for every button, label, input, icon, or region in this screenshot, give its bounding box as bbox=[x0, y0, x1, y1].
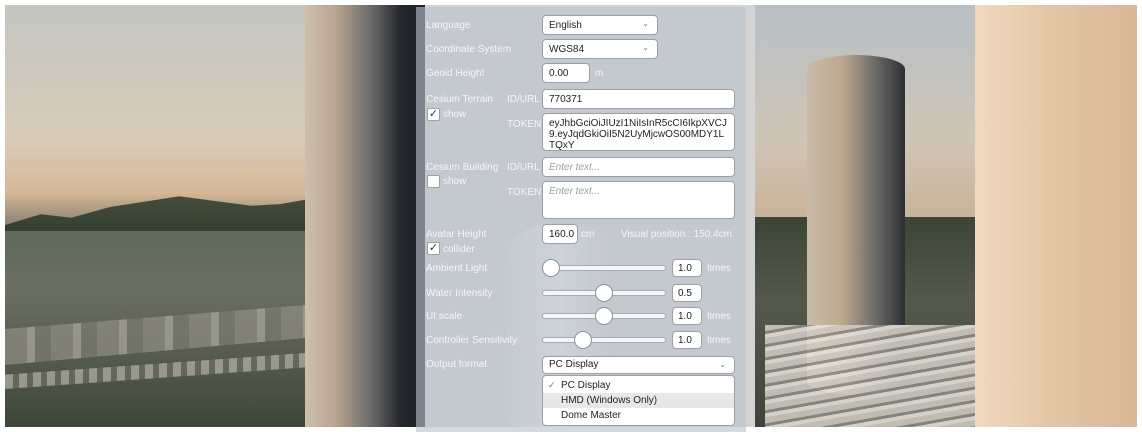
avatar-height-input[interactable]: 160.0 bbox=[542, 224, 578, 244]
output-format-select[interactable]: PC Display ⌄ bbox=[542, 356, 735, 374]
chevron-down-icon: ⌄ bbox=[642, 43, 649, 52]
ambient-light-label: Ambient Light bbox=[426, 263, 488, 274]
ui-scale-label: UI scale bbox=[426, 311, 463, 322]
terrain-id-url-label: ID/URL bbox=[507, 94, 540, 105]
option-label: PC Display bbox=[561, 380, 611, 391]
language-label: Language bbox=[426, 20, 471, 31]
ui-scale-slider-thumb[interactable] bbox=[595, 307, 613, 325]
building-show-checkbox[interactable] bbox=[427, 175, 440, 188]
coordinate-system-select[interactable]: WGS84 ⌄ bbox=[542, 39, 658, 59]
output-option-dome-master[interactable]: Dome Master bbox=[543, 408, 734, 423]
geoid-height-unit: m bbox=[595, 68, 604, 79]
controller-sensitivity-value[interactable]: 1.0 bbox=[672, 331, 702, 349]
avatar-height-label: Avatar Height bbox=[426, 229, 487, 240]
ui-scale-value[interactable]: 1.0 bbox=[672, 307, 702, 325]
right-pillar bbox=[975, 5, 1137, 427]
water-intensity-value[interactable]: 0.5 bbox=[672, 284, 702, 302]
controller-sensitivity-label: Controller Sensitivity bbox=[426, 335, 518, 346]
check-icon: ✓ bbox=[428, 108, 439, 120]
language-value: English bbox=[549, 20, 582, 31]
option-label: HMD (Windows Only) bbox=[561, 395, 658, 406]
check-icon: ✓ bbox=[428, 242, 439, 254]
terrain-id-url-input[interactable]: 770371 bbox=[542, 89, 735, 109]
pipe-stack bbox=[765, 325, 985, 427]
water-intensity-slider-thumb[interactable] bbox=[595, 284, 613, 302]
building-id-url-label: ID/URL bbox=[507, 162, 540, 173]
visual-position-text: Visual position : 150.4cm bbox=[621, 229, 732, 240]
language-select[interactable]: English ⌄ bbox=[542, 15, 658, 35]
chevron-down-icon: ⌄ bbox=[719, 360, 726, 369]
option-label: Dome Master bbox=[561, 410, 622, 421]
coordinate-system-value: WGS84 bbox=[549, 44, 585, 55]
output-format-dropdown: ✓ PC Display HMD (Windows Only) Dome Mas… bbox=[542, 375, 735, 426]
left-pillar bbox=[305, 5, 425, 427]
chevron-down-icon: ⌄ bbox=[642, 19, 649, 28]
building-token-input[interactable]: Enter text... bbox=[542, 181, 735, 219]
ambient-light-unit: times bbox=[707, 263, 731, 274]
building-id-url-input[interactable]: Enter text... bbox=[542, 157, 735, 177]
controller-sensitivity-slider-thumb[interactable] bbox=[573, 331, 592, 349]
terrain-token-input[interactable]: eyJhbGciOiJIUzI1NiIsInR5cCI6IkpXVCJ9.eyJ… bbox=[542, 113, 735, 151]
collider-checkbox[interactable]: ✓ bbox=[427, 242, 440, 255]
water-intensity-label: Water Intensity bbox=[426, 288, 493, 299]
cesium-terrain-label: Cesium Terrain bbox=[426, 94, 494, 105]
ambient-light-value[interactable]: 1.0 bbox=[672, 259, 702, 277]
geoid-height-label: Geoid Height bbox=[426, 68, 485, 79]
ambient-light-slider-track[interactable] bbox=[542, 265, 666, 271]
controller-sensitivity-slider-track[interactable] bbox=[542, 337, 666, 343]
terrain-show-checkbox[interactable]: ✓ bbox=[427, 108, 440, 121]
controller-sensitivity-unit: times bbox=[707, 335, 731, 346]
avatar-height-unit: cm bbox=[581, 229, 595, 240]
terrain-token-label: TOKEN bbox=[507, 119, 542, 130]
cesium-building-label: Cesium Building bbox=[426, 162, 499, 173]
building-token-label: TOKEN bbox=[507, 187, 542, 198]
geoid-height-input[interactable]: 0.00 bbox=[542, 63, 590, 83]
collider-label: collider bbox=[443, 244, 475, 255]
ui-scale-unit: times bbox=[707, 311, 731, 322]
output-format-label: Output format bbox=[426, 359, 488, 370]
building-show-label: show bbox=[443, 176, 467, 187]
ambient-light-slider-thumb[interactable] bbox=[542, 259, 560, 277]
output-format-value: PC Display bbox=[549, 359, 599, 370]
output-option-hmd[interactable]: HMD (Windows Only) bbox=[543, 393, 734, 408]
check-icon: ✓ bbox=[548, 380, 556, 390]
terrain-show-label: show bbox=[443, 109, 467, 120]
coordinate-system-label: Coordinate System bbox=[426, 44, 512, 55]
output-option-pc-display[interactable]: ✓ PC Display bbox=[543, 378, 734, 393]
settings-panel: Language English ⌄ Coordinate System WGS… bbox=[416, 7, 746, 432]
